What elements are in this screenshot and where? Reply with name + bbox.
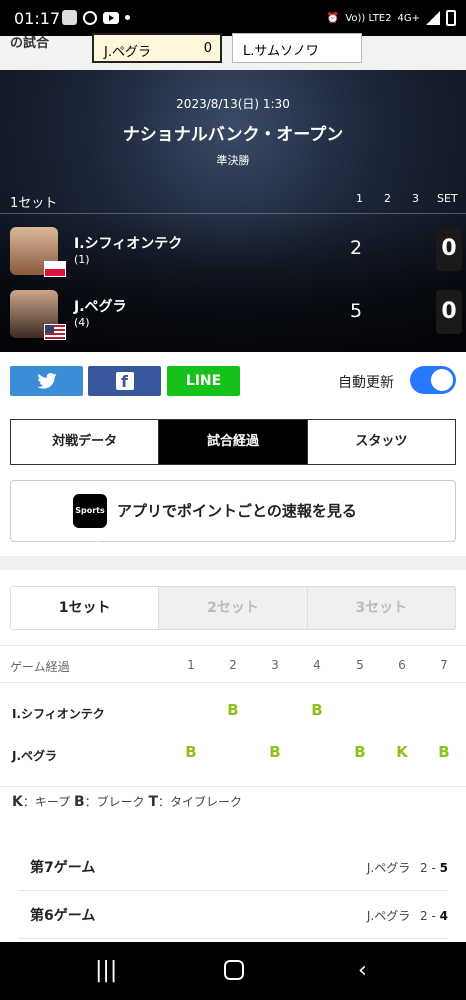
game-mark: B xyxy=(311,701,323,719)
scoreboard-hero: 2023/8/13(日) 1:30 ナショナルバンク・オープン 準決勝 1セット… xyxy=(0,70,466,352)
game-mark: B xyxy=(354,743,366,761)
current-set-label: 1セット xyxy=(10,196,58,211)
row-player-name: I.シフィオンテク xyxy=(12,707,105,721)
player-row: J.ペグラ (4) 5 0 xyxy=(0,290,466,350)
other-matches-bar: の試合 J.ペグラ 0 L.サムソノワ xyxy=(0,33,466,70)
game-log-score: 2 - xyxy=(420,909,440,923)
game-number: 4 xyxy=(313,658,321,672)
game-log-player: J.ペグラ xyxy=(366,861,411,875)
app-promo-banner[interactable]: Sports navi アプリでポイントごとの速報を見る xyxy=(10,480,456,549)
tab-match-progress[interactable]: 試合経過 xyxy=(159,420,308,464)
match-date: 2023/8/13(日) 1:30 xyxy=(176,97,290,111)
other-match-score: 0 xyxy=(203,41,212,56)
row-player-name: J.ペグラ xyxy=(12,749,58,763)
status-time: 01:17 xyxy=(14,9,61,28)
game-number: 2 xyxy=(229,658,237,672)
game-table-row: J.ペグラ B B B K B xyxy=(0,733,466,775)
twitter-share-button[interactable] xyxy=(10,366,83,396)
sportsnavi-app-icon: Sports navi xyxy=(73,494,107,549)
battery-icon xyxy=(446,10,456,26)
facebook-share-button[interactable]: f xyxy=(88,366,161,396)
player-seed: (1) xyxy=(74,253,90,266)
game-legend: K：キープ B：ブレーク T：タイブレーク xyxy=(12,794,243,810)
game-table-title: ゲーム経過 xyxy=(10,660,70,674)
game-number: 6 xyxy=(398,658,406,672)
game-table-row: I.シフィオンテク B B xyxy=(0,691,466,733)
tab-set-2[interactable]: 2セット xyxy=(159,587,308,629)
usa-flag-icon xyxy=(44,324,66,340)
tab-head-to-head[interactable]: 対戦データ xyxy=(11,420,160,464)
set-tabs: 1セット 2セット 3セット xyxy=(10,586,456,630)
facebook-icon: f xyxy=(115,372,134,391)
more-notifications-icon xyxy=(125,15,130,20)
system-nav-bar: ||| ‹ xyxy=(0,942,466,1000)
auto-update-label: 自動更新 xyxy=(338,375,394,391)
other-match-card-active[interactable]: J.ペグラ 0 xyxy=(92,33,222,63)
line-share-button[interactable]: LINE xyxy=(167,366,240,396)
youtube-icon xyxy=(103,11,119,24)
other-match-card[interactable]: L.サムソノワ xyxy=(232,33,362,63)
player-sets-won: 0 xyxy=(436,290,462,334)
app-promo-text: アプリでポイントごとの速報を見る xyxy=(117,502,357,520)
alarm-icon: ⏰ xyxy=(326,12,340,24)
other-match-player: L.サムソノワ xyxy=(243,44,319,59)
auto-update-toggle[interactable] xyxy=(410,366,456,394)
game-mark: K xyxy=(396,743,408,761)
player-game-score: 5 xyxy=(350,300,363,322)
game-log-player: J.ペグラ xyxy=(366,909,411,923)
game-mark: B xyxy=(227,701,239,719)
player-row: I.シフィオンテク (1) 2 0 xyxy=(0,227,466,287)
game-log-score-lead: 5 xyxy=(439,861,448,875)
back-icon[interactable]: ‹ xyxy=(358,958,367,983)
tournament-title: ナショナルバンク・オープン xyxy=(122,125,344,145)
other-match-player: J.ペグラ xyxy=(104,45,151,60)
game-log-title: 第6ゲーム xyxy=(30,908,96,924)
recent-apps-icon[interactable]: ||| xyxy=(95,958,117,983)
network-label: Vo)) LTE2 xyxy=(345,12,392,24)
game-number: 1 xyxy=(187,658,195,672)
player-name: J.ペグラ xyxy=(74,299,127,315)
game-progress-table: ゲーム経過 1 2 3 4 5 6 7 I.シフィオンテク B B J.ペグラ … xyxy=(0,645,466,787)
poland-flag-icon xyxy=(44,261,66,277)
signal-icon xyxy=(426,11,440,25)
col-header-set2: 2 xyxy=(384,192,391,205)
status-bar: 01:17 ⏰ Vo)) LTE2 4G+ xyxy=(0,0,466,36)
col-header-set1: 1 xyxy=(356,192,363,205)
tab-set-3[interactable]: 3セット xyxy=(307,587,455,629)
game-number: 5 xyxy=(356,658,364,672)
tab-stats[interactable]: スタッツ xyxy=(307,420,455,464)
game-log-score-lead: 4 xyxy=(439,909,448,923)
player-game-score: 2 xyxy=(350,237,363,259)
game-mark: B xyxy=(185,743,197,761)
twitter-icon xyxy=(36,373,57,389)
match-tabs: 対戦データ 試合経過 スタッツ xyxy=(10,419,456,465)
game-mark: B xyxy=(269,743,281,761)
col-header-set3: 3 xyxy=(412,192,419,205)
player-sets-won: 0 xyxy=(436,227,462,271)
share-row: f LINE 自動更新 xyxy=(0,352,466,412)
game-log-score: 2 - xyxy=(420,861,440,875)
col-header-sets: SET xyxy=(437,192,458,205)
tab-set-1[interactable]: 1セット xyxy=(11,587,160,629)
game-table-header: ゲーム経過 1 2 3 4 5 6 7 xyxy=(0,645,466,683)
home-icon[interactable] xyxy=(224,960,244,980)
dnd-icon xyxy=(83,10,97,25)
game-number: 7 xyxy=(440,658,448,672)
net-type-label: 4G+ xyxy=(397,12,421,24)
player-seed: (4) xyxy=(74,316,90,329)
other-matches-label: の試合 xyxy=(10,36,50,51)
game-mark: B xyxy=(438,743,450,761)
game-log-item[interactable]: 第6ゲーム J.ペグラ 2 - 4 xyxy=(18,891,448,939)
match-round: 準決勝 xyxy=(216,154,250,167)
game-number: 3 xyxy=(271,658,279,672)
player-name: I.シフィオンテク xyxy=(74,236,183,252)
game-log-item[interactable]: 第7ゲーム J.ペグラ 2 - 5 xyxy=(18,843,448,891)
app-notification-icon xyxy=(62,10,77,25)
game-log-title: 第7ゲーム xyxy=(30,860,96,876)
